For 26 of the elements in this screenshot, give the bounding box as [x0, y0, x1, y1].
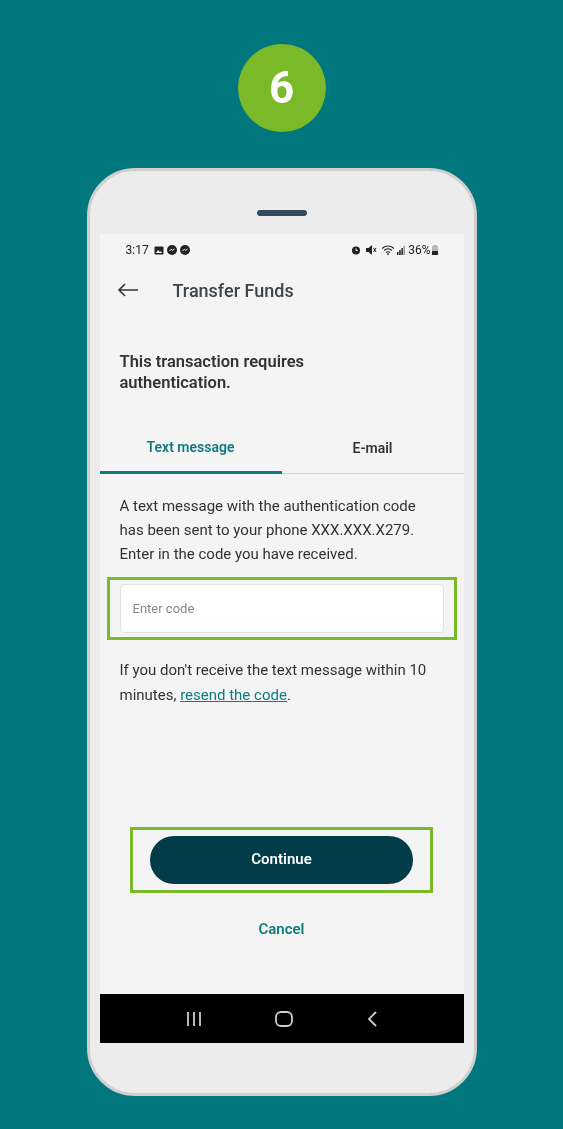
signal-icon — [397, 245, 406, 255]
chat-icon — [166, 245, 177, 255]
wifi-icon — [382, 245, 395, 255]
heading: This transaction requires authentication. — [118, 351, 306, 393]
code-input[interactable]: Enter code — [119, 584, 444, 633]
recent-apps-icon[interactable] — [186, 1010, 203, 1027]
step-badge: 6 — [237, 44, 326, 132]
continue-button[interactable]: Continue — [150, 835, 413, 884]
instruction-text: A text message with the authentication code has been sent to your phone XXX.XXX.X279. Enter in the code you have received. — [118, 496, 417, 565]
back-icon[interactable] — [366, 1010, 377, 1027]
image-icon — [153, 245, 164, 255]
back-arrow-icon — [116, 283, 139, 297]
speaker-grille — [256, 210, 307, 216]
status-time: 3:17 — [125, 242, 149, 259]
battery-percent: 36% — [408, 242, 431, 259]
chat-icon — [179, 245, 190, 255]
alarm-icon — [351, 245, 362, 255]
battery-icon — [431, 245, 438, 255]
cancel-link[interactable]: Cancel — [258, 917, 305, 940]
tab[interactable]: E-mail — [281, 424, 464, 474]
mute-icon — [366, 245, 378, 255]
screen-title: Transfer Funds — [172, 278, 294, 303]
tab[interactable]: Text message — [99, 424, 282, 474]
resend-link[interactable]: resend the code — [180, 686, 287, 704]
resend-note: If you don't receive the text message within 10 minutes, resend the code. — [118, 660, 428, 706]
home-icon[interactable] — [275, 1010, 294, 1027]
